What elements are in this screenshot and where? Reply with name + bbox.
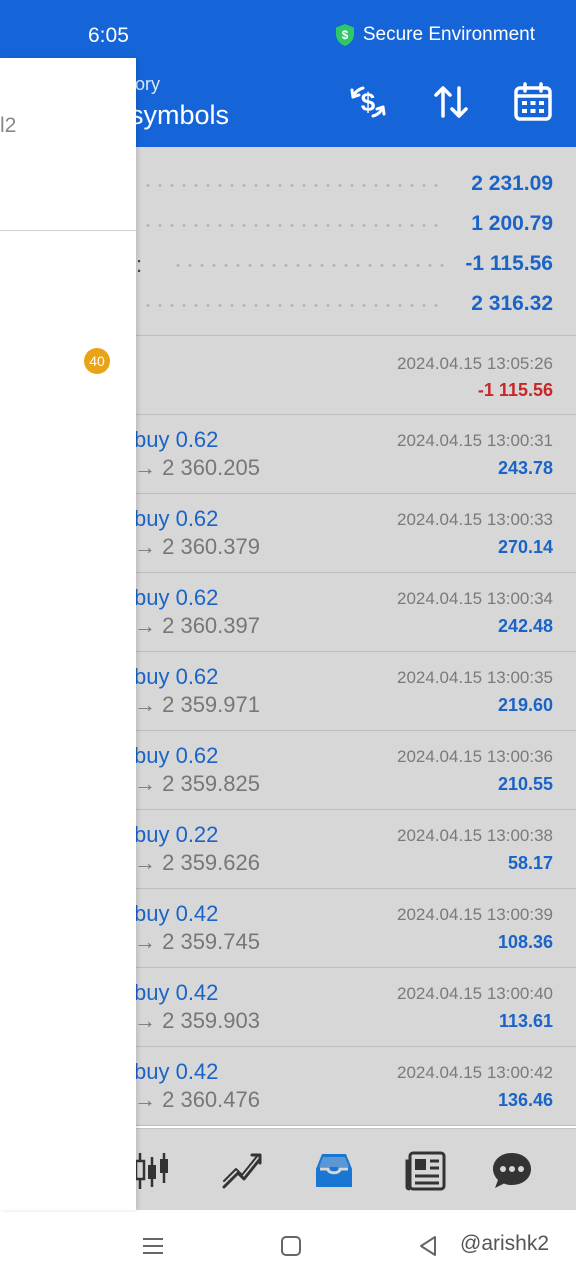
- deal-profit: -1 115.56: [477, 380, 553, 400]
- back-icon[interactable]: [412, 1230, 444, 1262]
- deal-type: buy 0.62: [134, 427, 219, 452]
- summary-value: 2 316.32: [471, 292, 553, 315]
- deal-date: 2024.04.15 13:00:34: [397, 589, 553, 608]
- deal-price: → 2 359.745: [134, 929, 260, 954]
- deal-price: → 2 359.903: [134, 1008, 260, 1033]
- deal-price: → 2 359.971: [134, 692, 260, 717]
- deal-type: buy 0.22: [134, 822, 219, 847]
- screen: 6:05 $ Secure Environment ory symbols $: [0, 0, 576, 1280]
- deal-profit: 58.17: [507, 853, 553, 873]
- dotted-leader: [142, 224, 446, 227]
- summary-colon: :: [136, 252, 143, 277]
- deal-date: 2024.04.15 13:00:42: [397, 1063, 553, 1082]
- deal-date: 2024.04.15 13:00:38: [397, 826, 553, 845]
- deal-profit: 242.48: [497, 616, 553, 636]
- home-icon[interactable]: [275, 1230, 307, 1262]
- deal-date: 2024.04.15 13:05:26: [397, 354, 553, 373]
- notification-badge: 40: [84, 348, 110, 374]
- system-navigation-bar: @arishk2: [0, 1210, 576, 1280]
- summary-value: 1 200.79: [471, 212, 553, 235]
- deal-price: → 2 360.205: [134, 455, 260, 480]
- deal-date: 2024.04.15 13:00:40: [397, 984, 553, 1003]
- status-bar: 6:05 $ Secure Environment: [0, 0, 576, 58]
- news-icon[interactable]: [402, 1147, 450, 1195]
- deal-price: → 2 360.379: [134, 534, 260, 559]
- sort-icon[interactable]: [429, 80, 473, 124]
- deal-type: buy 0.42: [134, 901, 219, 926]
- deal-profit: 270.14: [497, 537, 553, 557]
- dotted-leader: [142, 304, 446, 307]
- deal-type: buy 0.62: [134, 506, 219, 531]
- summary-value: 2 231.09: [471, 172, 553, 195]
- deal-profit: 243.78: [497, 458, 553, 478]
- chart-trend-icon[interactable]: [218, 1147, 266, 1195]
- deal-date: 2024.04.15 13:00:36: [397, 747, 553, 766]
- deal-type: buy 0.62: [134, 743, 219, 768]
- toolbar-title: ory: [135, 74, 161, 94]
- toolbar-subtitle[interactable]: symbols: [130, 100, 229, 131]
- dotted-leader: [142, 184, 446, 187]
- calendar-icon[interactable]: [511, 80, 555, 124]
- deal-date: 2024.04.15 13:00:33: [397, 510, 553, 529]
- svg-text:$: $: [342, 28, 349, 42]
- drawer-account-label[interactable]: l2: [0, 114, 16, 138]
- deal-profit: 136.46: [497, 1090, 553, 1110]
- menu-icon[interactable]: [137, 1230, 169, 1262]
- deal-price: → 2 360.397: [134, 613, 260, 638]
- chat-icon[interactable]: [488, 1147, 536, 1195]
- currency-swap-icon[interactable]: $: [346, 80, 390, 124]
- deal-price: → 2 359.825: [134, 771, 260, 796]
- watermark: @arishk2: [460, 1232, 550, 1255]
- shield-dollar-icon: $: [335, 23, 355, 47]
- deal-date: 2024.04.15 13:00:39: [397, 905, 553, 924]
- secure-environment-indicator: $ Secure Environment: [335, 23, 535, 47]
- deal-price: → 2 360.476: [134, 1087, 260, 1112]
- dotted-leader: [172, 264, 446, 267]
- deal-price: → 2 359.626: [134, 850, 260, 875]
- deal-profit: 108.36: [497, 932, 553, 952]
- status-time: 6:05: [88, 24, 129, 47]
- deal-type: buy 0.42: [134, 1059, 219, 1084]
- deal-date: 2024.04.15 13:00:31: [397, 431, 553, 450]
- deal-type: buy 0.62: [134, 664, 219, 689]
- summary-value: -1 115.56: [465, 252, 553, 275]
- deal-profit: 219.60: [497, 695, 553, 715]
- svg-text:$: $: [361, 87, 376, 117]
- deal-profit: 113.61: [498, 1011, 553, 1031]
- deal-type: buy 0.62: [134, 585, 219, 610]
- secure-label: Secure Environment: [362, 24, 535, 45]
- deal-profit: 210.55: [497, 774, 553, 794]
- drawer-divider: [0, 230, 136, 231]
- deal-type: buy 0.42: [134, 980, 219, 1005]
- navigation-drawer[interactable]: l2 40: [0, 58, 136, 1210]
- history-inbox-icon[interactable]: [310, 1147, 358, 1195]
- deal-date: 2024.04.15 13:00:35: [397, 668, 553, 687]
